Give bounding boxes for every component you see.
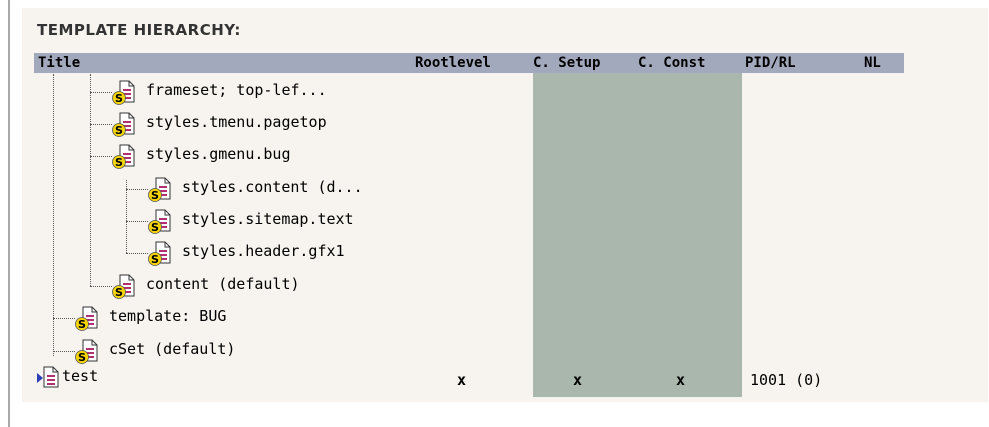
tree-item-label[interactable]: styles.header.gfx1 <box>182 240 345 262</box>
svg-text:S: S <box>78 351 86 364</box>
svg-text:S: S <box>115 92 123 105</box>
svg-text:S: S <box>151 221 159 234</box>
svg-text:S: S <box>115 124 123 137</box>
column-rootlevel: Rootlevel <box>415 55 491 71</box>
column-nl: NL <box>864 55 881 71</box>
template-s-icon[interactable]: S <box>148 177 172 203</box>
svg-text:S: S <box>151 189 159 202</box>
template-s-icon[interactable]: S <box>148 241 172 267</box>
c-const-value: x <box>676 371 686 389</box>
template-s-icon[interactable]: S <box>112 112 136 138</box>
tree-item-label[interactable]: styles.gmenu.bug <box>146 143 291 165</box>
column-c-setup: C. Setup <box>533 55 601 71</box>
c-setup-value: x <box>573 371 583 389</box>
rootlevel-value: x <box>457 371 467 389</box>
svg-text:S: S <box>151 253 159 266</box>
column-title: Title <box>38 55 81 71</box>
tree-item-label[interactable]: styles.sitemap.text <box>182 208 354 230</box>
template-page-icon[interactable] <box>42 366 60 388</box>
pid-rl-value: 1001 (0) <box>750 371 823 389</box>
tree-item-label[interactable]: cSet (default) <box>109 338 235 360</box>
tree-item-label[interactable]: frameset; top-lef... <box>146 79 327 101</box>
left-border <box>8 0 10 427</box>
tree-item-label[interactable]: styles.content (d... <box>182 176 363 198</box>
template-s-icon[interactable]: S <box>75 306 99 332</box>
section-heading: TEMPLATE HIERARCHY: <box>37 21 241 39</box>
template-s-icon[interactable]: S <box>112 80 136 106</box>
template-s-icon[interactable]: S <box>75 339 99 365</box>
column-c-const: C. Const <box>638 55 706 71</box>
svg-text:S: S <box>115 286 123 299</box>
svg-text:S: S <box>115 156 123 169</box>
column-pid-rl: PID/RL <box>745 55 796 71</box>
tree-item-label[interactable]: template: BUG <box>109 305 226 327</box>
c-setup-column-highlight <box>533 73 742 397</box>
svg-text:S: S <box>78 318 86 331</box>
template-s-icon[interactable]: S <box>148 209 172 235</box>
tree-item-label[interactable]: content (default) <box>146 273 300 295</box>
tree-item-label[interactable]: styles.tmenu.pagetop <box>146 111 327 133</box>
template-s-icon[interactable]: S <box>112 144 136 170</box>
tree-item-label[interactable]: test <box>62 365 98 387</box>
template-s-icon[interactable]: S <box>112 274 136 300</box>
